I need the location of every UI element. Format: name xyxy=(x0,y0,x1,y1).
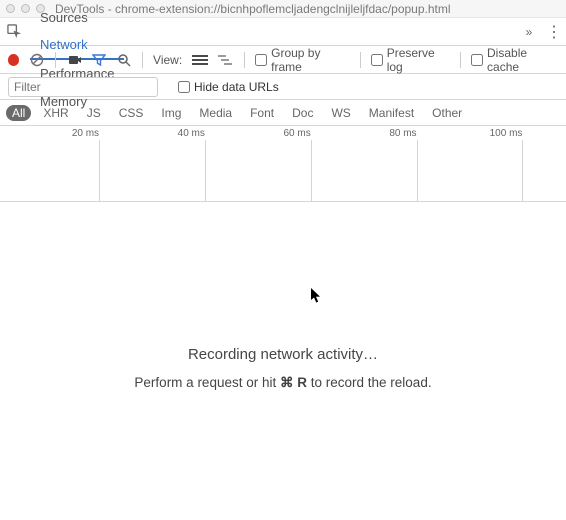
type-pill-css[interactable]: CSS xyxy=(113,105,150,121)
preserve-log-label: Preserve log xyxy=(387,46,450,74)
hide-data-urls-label: Hide data URLs xyxy=(194,80,279,94)
empty-hint: Perform a request or hit ⌘ R to record t… xyxy=(0,375,566,391)
divider xyxy=(55,52,56,68)
timeline-tick-label: 100 ms xyxy=(490,128,523,139)
timeline-gridline xyxy=(99,140,100,202)
hint-key-mod: ⌘ xyxy=(280,375,294,390)
timeline-gridline xyxy=(311,140,312,202)
disable-cache-input[interactable] xyxy=(471,54,483,66)
divider xyxy=(142,52,143,68)
type-pill-manifest[interactable]: Manifest xyxy=(363,105,420,121)
inspect-element-icon[interactable] xyxy=(6,24,22,40)
minimize-window-button[interactable] xyxy=(21,4,30,13)
type-pill-xhr[interactable]: XHR xyxy=(37,105,74,121)
type-pill-all[interactable]: All xyxy=(6,105,31,121)
type-pill-js[interactable]: JS xyxy=(81,105,107,121)
requests-pane: Recording network activity… Perform a re… xyxy=(0,202,566,520)
view-label: View: xyxy=(153,53,182,67)
filter-input[interactable] xyxy=(8,77,158,97)
disable-cache-checkbox[interactable]: Disable cache xyxy=(471,46,558,74)
waterfall-icon[interactable] xyxy=(218,52,234,68)
timeline-overview[interactable]: 20 ms 40 ms 60 ms 80 ms 100 ms xyxy=(0,126,566,202)
screenshot-icon[interactable] xyxy=(66,52,82,68)
timeline-gridline xyxy=(522,140,523,202)
hint-before: Perform a request or hit xyxy=(134,375,280,390)
close-window-button[interactable] xyxy=(6,4,15,13)
divider xyxy=(460,52,461,68)
group-by-frame-checkbox[interactable]: Group by frame xyxy=(255,46,350,74)
timeline-tick-label: 80 ms xyxy=(389,128,416,139)
hint-after: to record the reload. xyxy=(307,375,432,390)
type-pill-img[interactable]: Img xyxy=(155,105,187,121)
hide-data-urls-input[interactable] xyxy=(178,81,190,93)
timeline-gridline xyxy=(417,140,418,202)
devtools-tabs: ElementsConsoleSourcesNetworkPerformance… xyxy=(0,18,566,46)
timeline-gridline xyxy=(205,140,206,202)
group-by-frame-input[interactable] xyxy=(255,54,267,66)
type-pill-font[interactable]: Font xyxy=(244,105,280,121)
type-pill-ws[interactable]: WS xyxy=(325,105,356,121)
divider xyxy=(360,52,361,68)
type-pill-media[interactable]: Media xyxy=(193,105,238,121)
filter-icon[interactable] xyxy=(92,52,107,68)
timeline-tick-label: 60 ms xyxy=(283,128,310,139)
filter-bar: Hide data URLs xyxy=(0,74,566,100)
preserve-log-checkbox[interactable]: Preserve log xyxy=(371,46,450,74)
preserve-log-input[interactable] xyxy=(371,54,383,66)
timeline-tick-label: 40 ms xyxy=(178,128,205,139)
hide-data-urls-checkbox[interactable]: Hide data URLs xyxy=(178,80,279,94)
clear-icon[interactable] xyxy=(29,52,44,68)
empty-status: Recording network activity… xyxy=(0,346,566,363)
large-rows-icon[interactable] xyxy=(192,52,208,68)
hint-key: R xyxy=(297,375,307,390)
record-button[interactable] xyxy=(8,54,19,66)
disable-cache-label: Disable cache xyxy=(487,46,558,74)
divider xyxy=(244,52,245,68)
empty-state: Recording network activity… Perform a re… xyxy=(0,346,566,391)
type-pill-doc[interactable]: Doc xyxy=(286,105,319,121)
more-tabs-icon[interactable]: » xyxy=(522,25,536,39)
type-pill-other[interactable]: Other xyxy=(426,105,468,121)
devtools-menu-icon[interactable]: ⋮ xyxy=(546,22,560,42)
search-icon[interactable] xyxy=(117,52,132,68)
group-by-frame-label: Group by frame xyxy=(271,46,350,74)
timeline-tick-label: 20 ms xyxy=(72,128,99,139)
tab-sources[interactable]: Sources xyxy=(30,4,124,32)
